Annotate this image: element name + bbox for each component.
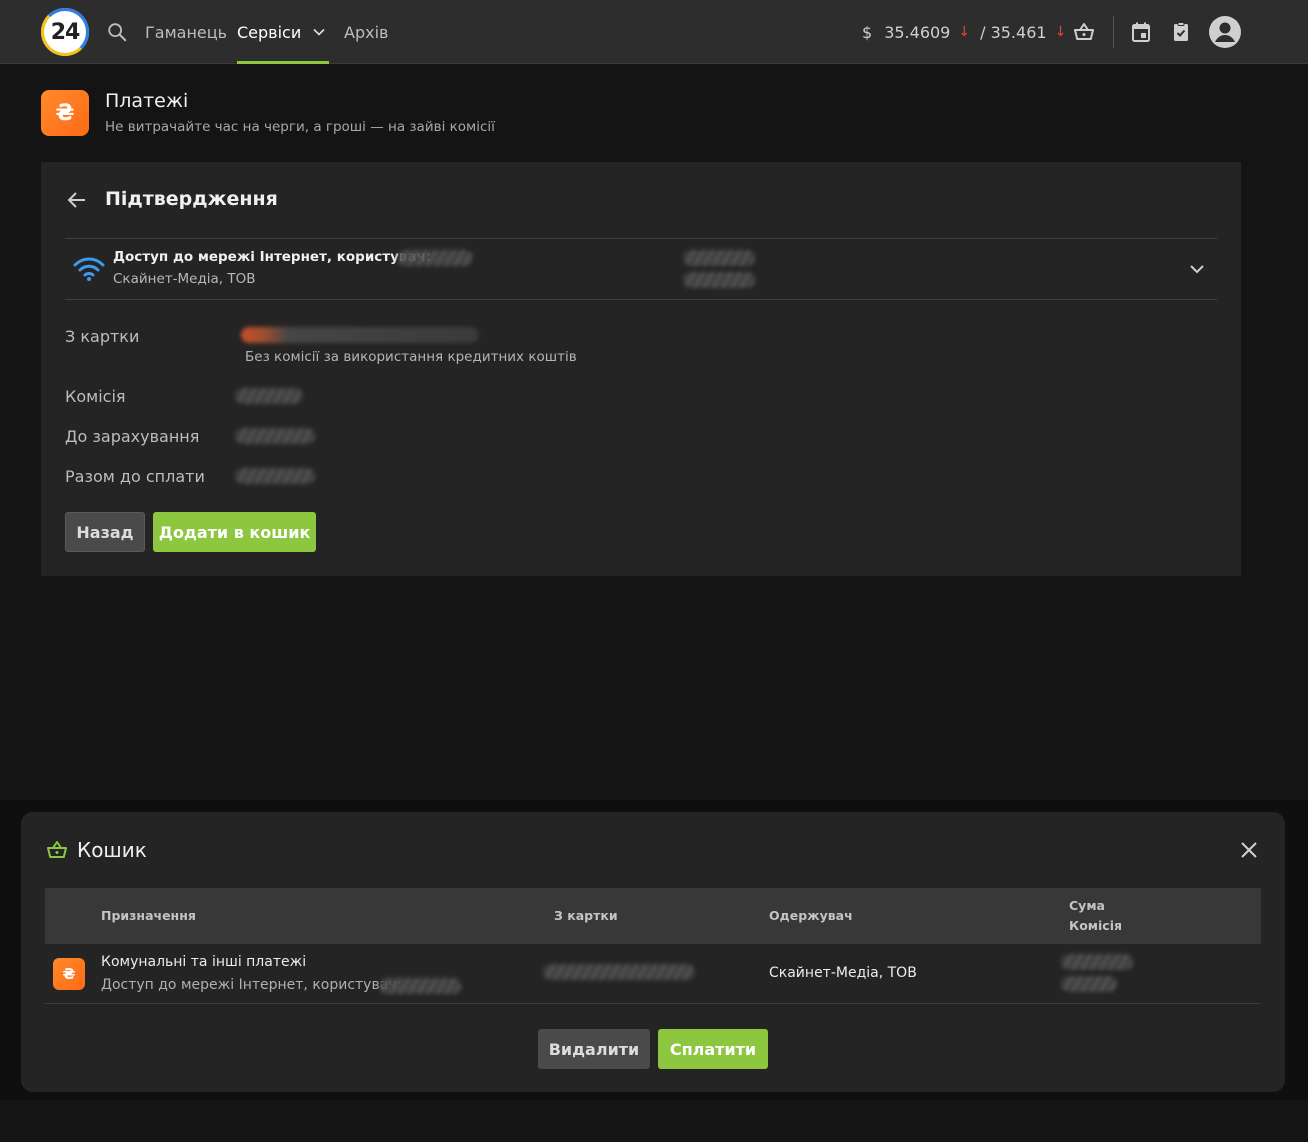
exchange-rate: $ 35.4609 ↓ / 35.461 ↓ xyxy=(862,0,1066,64)
confirmation-card: Підтвердження Доступ до мережі Інтернет,… xyxy=(41,162,1241,576)
rate-sell: / 35.461 xyxy=(980,22,1047,42)
redacted-card-number xyxy=(543,964,695,980)
hryvnia-icon: ₴ xyxy=(55,100,75,126)
nav-archive-label: Архів xyxy=(344,22,389,42)
payee-title-text: Доступ до мережі Інтернет, користувач: xyxy=(113,249,432,265)
logo-text: 24 xyxy=(50,19,81,45)
redacted-commission xyxy=(1061,976,1117,992)
payments-service-logo: ₴ xyxy=(41,90,89,136)
wifi-icon xyxy=(73,257,105,281)
page-title: Платежі xyxy=(105,90,189,112)
rate-down-arrow: ↓ xyxy=(958,24,971,40)
cart-table-header: Призначення З картки Одержувач Сума Комі… xyxy=(45,888,1261,944)
redacted-commission xyxy=(235,388,303,404)
rate-currency: $ xyxy=(862,22,873,42)
row-purpose-sub: Доступ до мережі Інтернет, користувач: xyxy=(101,977,402,993)
row-recipient: Скайнет-Медіа, ТОВ xyxy=(769,965,917,981)
confirmation-title: Підтвердження xyxy=(105,188,278,210)
redacted-card-number[interactable] xyxy=(241,327,479,343)
back-button[interactable]: Назад xyxy=(65,512,145,552)
rate-down-arrow: ↓ xyxy=(1054,24,1067,40)
clipboard-check-icon[interactable] xyxy=(1169,20,1193,44)
calendar-icon[interactable] xyxy=(1129,20,1153,44)
redacted-user-id xyxy=(379,978,461,994)
top-bar: 24 Гаманець Сервіси Архів $ 35.4609 ↓ / … xyxy=(0,0,1308,64)
back-arrow-icon[interactable] xyxy=(65,188,89,212)
divider xyxy=(65,238,1217,239)
add-to-cart-button[interactable]: Додати в кошик xyxy=(153,512,316,552)
payee-title: Доступ до мережі Інтернет, користувач: xyxy=(113,249,431,265)
delete-button[interactable]: Видалити xyxy=(538,1029,650,1069)
redacted-to-credit xyxy=(235,428,315,444)
chevron-down-icon xyxy=(313,28,325,36)
page-subtitle: Не витрачайте час на черги, а гроші — на… xyxy=(105,119,495,135)
chevron-down-icon[interactable] xyxy=(1185,257,1209,281)
basket-icon[interactable] xyxy=(1072,20,1096,44)
column-amount: Сума xyxy=(1069,898,1105,913)
row-purpose: Комунальні та інші платежі xyxy=(101,954,307,970)
redacted-total xyxy=(235,468,315,484)
commission-label: Комісія xyxy=(65,387,126,406)
column-from-card: З картки xyxy=(554,908,618,923)
cart-title: Кошик xyxy=(77,838,147,862)
nav-wallet[interactable]: Гаманець xyxy=(145,0,227,64)
redacted-amount xyxy=(683,272,755,288)
nav-active-indicator xyxy=(237,61,329,64)
redacted-amount xyxy=(683,250,755,266)
total-label: Разом до сплати xyxy=(65,467,205,486)
redacted-user-id xyxy=(397,250,473,266)
divider xyxy=(65,299,1217,300)
hryvnia-icon: ₴ xyxy=(62,965,76,983)
cart-modal: Кошик Призначення З картки Одержувач Сум… xyxy=(21,812,1285,1092)
from-card-label: З картки xyxy=(65,327,140,346)
rate-buy: 35.4609 xyxy=(884,22,951,42)
from-card-note: Без комісії за використання кредитних ко… xyxy=(245,349,577,365)
nav-wallet-label: Гаманець xyxy=(145,22,228,42)
basket-icon xyxy=(47,841,67,858)
payments-service-logo: ₴ xyxy=(53,958,85,990)
to-credit-label: До зарахування xyxy=(65,427,200,446)
pay-button[interactable]: Сплатити xyxy=(658,1029,768,1069)
column-recipient: Одержувач xyxy=(769,908,853,923)
table-row[interactable]: ₴ Комунальні та інші платежі Доступ до м… xyxy=(45,944,1261,1004)
top-divider xyxy=(1113,16,1114,48)
search-icon[interactable] xyxy=(106,21,128,43)
nav-services[interactable]: Сервіси xyxy=(237,0,329,64)
privat24-logo[interactable]: 24 xyxy=(41,8,89,56)
nav-services-label: Сервіси xyxy=(237,22,302,42)
user-avatar-icon[interactable] xyxy=(1208,15,1242,49)
column-commission: Комісія xyxy=(1069,918,1123,933)
payee-company: Скайнет-Медіа, ТОВ xyxy=(113,271,256,287)
column-purpose: Призначення xyxy=(101,908,196,923)
close-icon[interactable] xyxy=(1237,838,1261,862)
redacted-amount xyxy=(1061,954,1133,970)
nav-archive[interactable]: Архів xyxy=(344,0,388,64)
